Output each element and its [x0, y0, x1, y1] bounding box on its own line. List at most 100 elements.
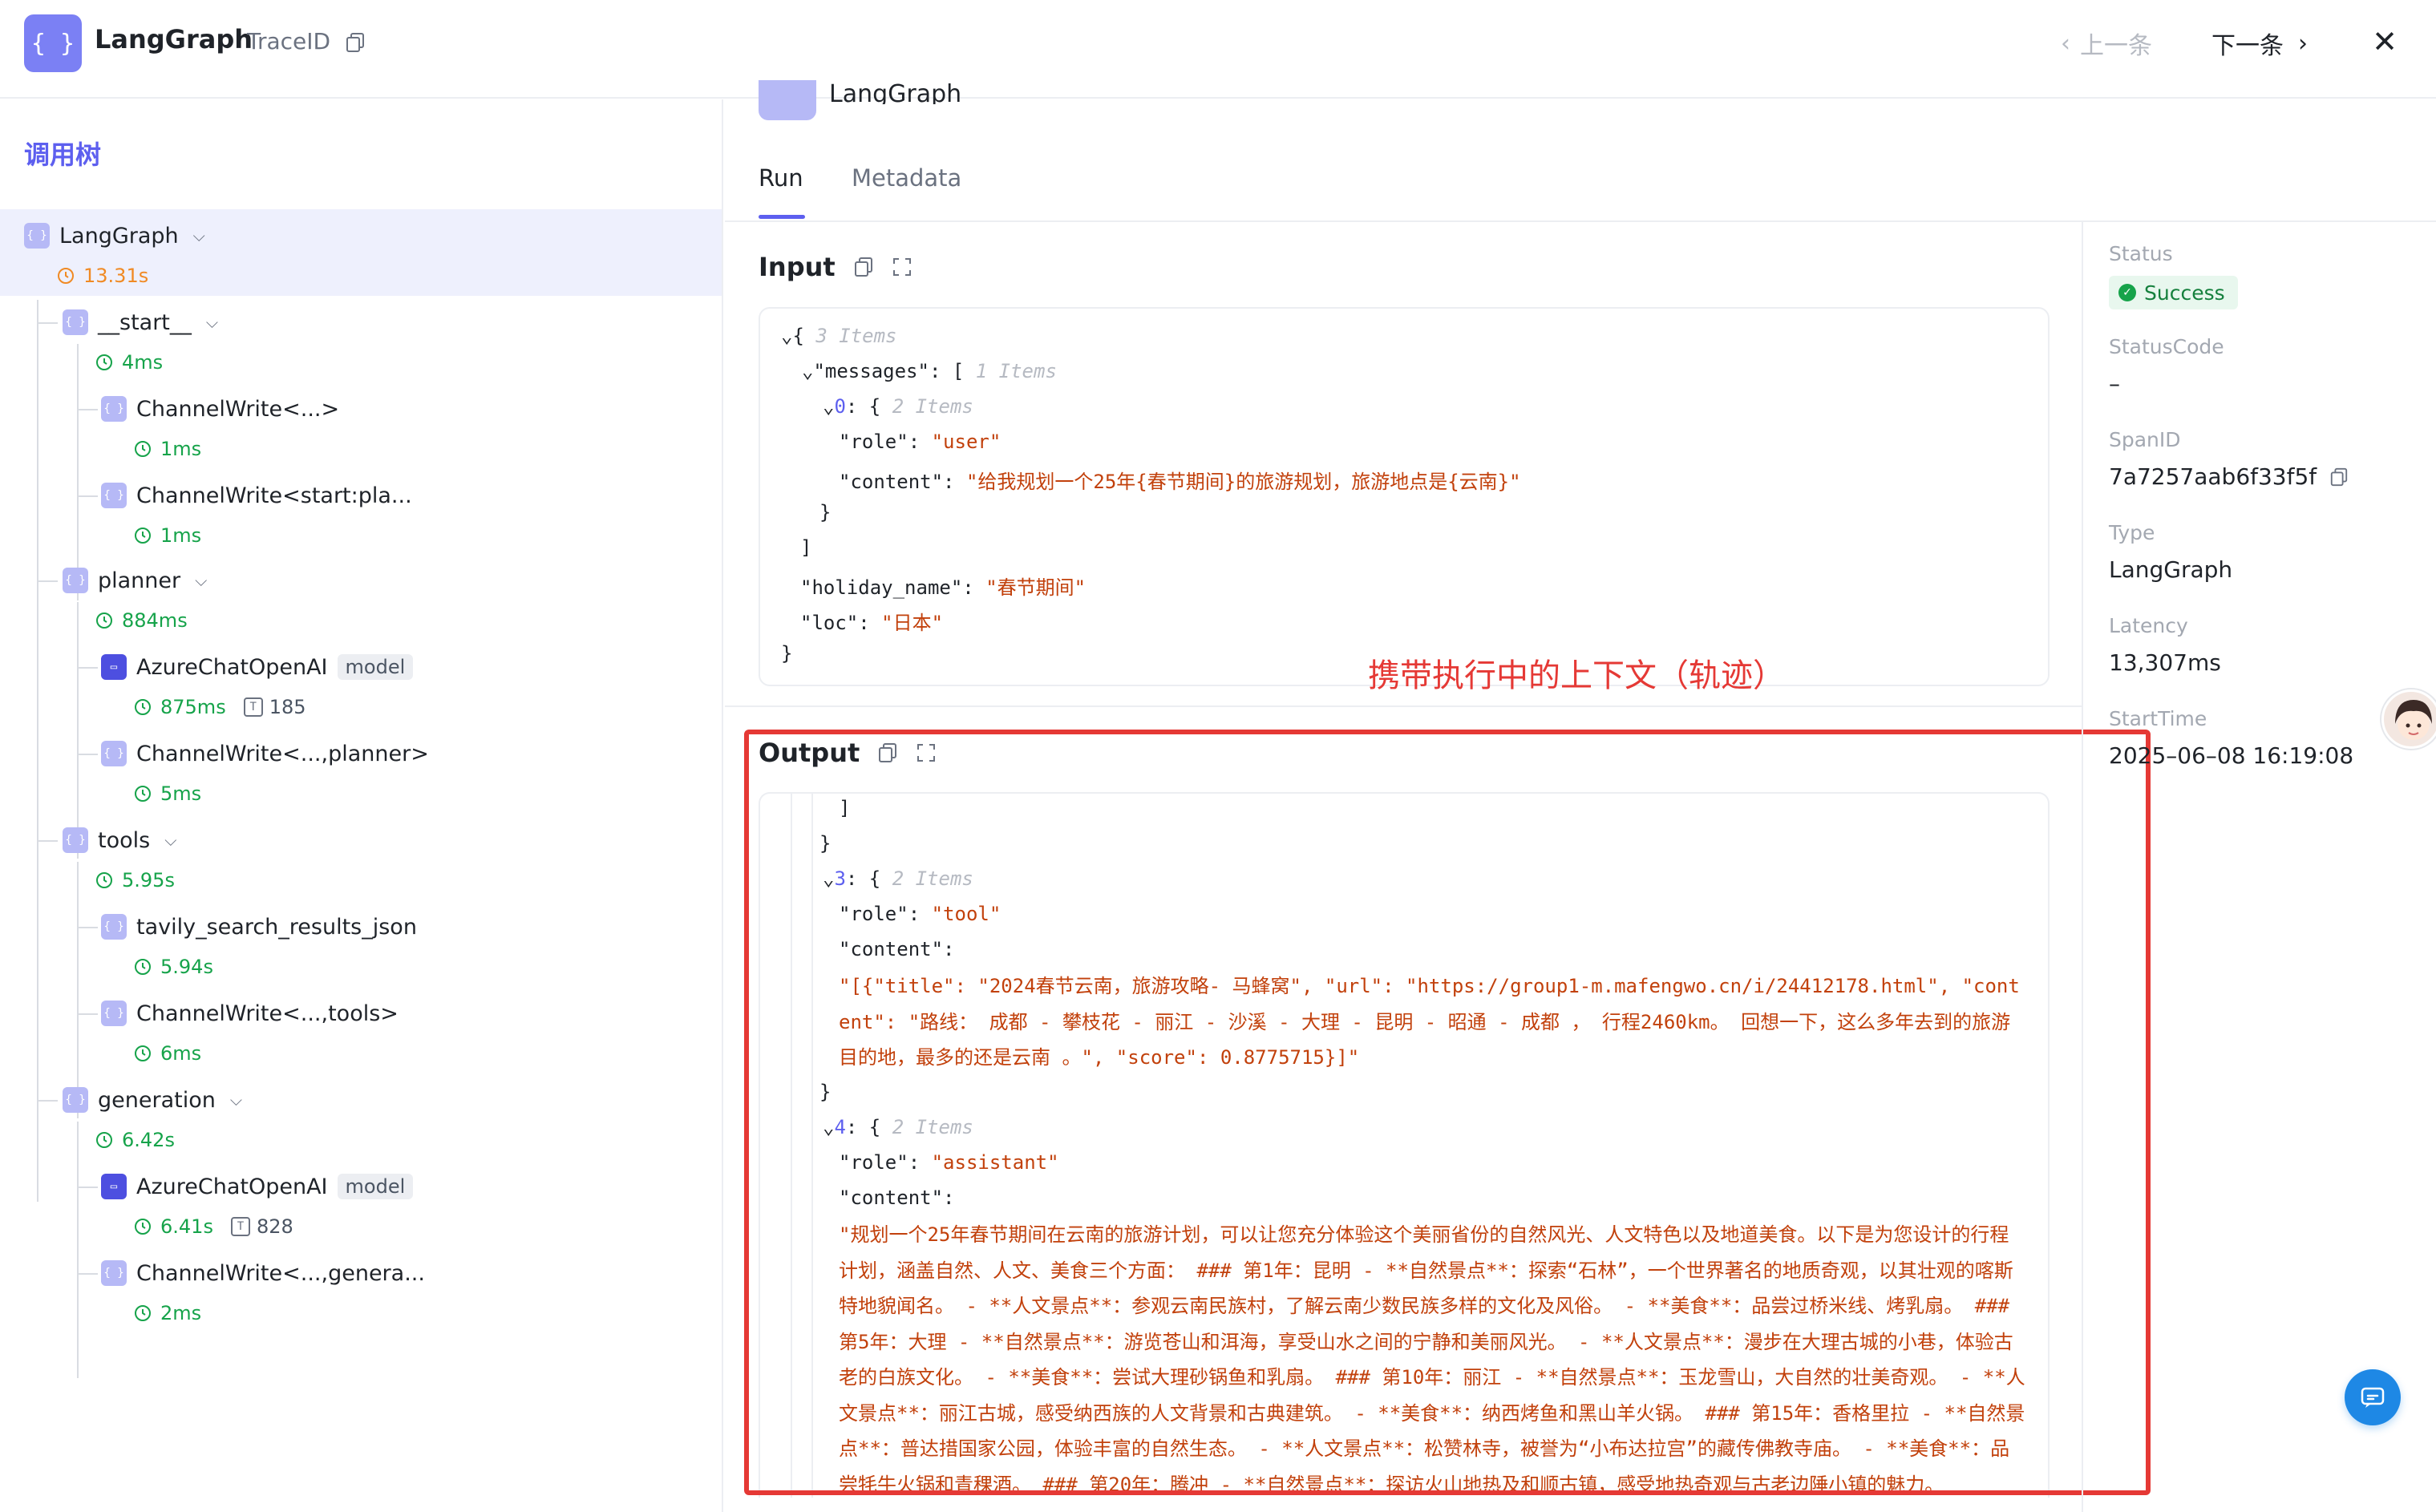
status-code-value: –: [2109, 370, 2120, 397]
input-section-header: Input: [759, 252, 912, 282]
chain-node-icon: { }: [63, 568, 88, 593]
tab-metadata[interactable]: Metadata: [852, 164, 961, 192]
collapse-toggle-icon[interactable]: ⌄: [802, 360, 813, 382]
clock-icon: [135, 1219, 151, 1235]
info-panel-divider: [2082, 222, 2083, 1512]
langgraph-icon: { }: [24, 14, 82, 72]
tree-node-channelwrite[interactable]: { } ChannelWrite<...,planner>: [101, 741, 429, 766]
model-tag: model: [337, 654, 414, 680]
clock-icon: [135, 1045, 151, 1061]
tree-node-label: AzureChatOpenAI: [136, 1174, 328, 1199]
next-label: 下一条: [2211, 32, 2284, 60]
chat-icon: [2361, 1387, 2385, 1408]
tree-node-channelwrite[interactable]: { } ChannelWrite<...>: [101, 396, 339, 422]
tree-node-label: AzureChatOpenAI: [136, 654, 328, 680]
node-duration: 2ms: [133, 1302, 201, 1324]
tab-divider: [725, 220, 2436, 222]
tree-node-label: tools: [98, 827, 151, 853]
next-button[interactable]: 下一条 ›: [2211, 26, 2308, 61]
chain-node-icon: { }: [63, 309, 88, 335]
type-label: Type: [2109, 521, 2155, 544]
tree-node-channelwrite[interactable]: { } ChannelWrite<...,tools>: [101, 1001, 399, 1026]
span-id-row: 7a7257aab6f33f5f: [2109, 463, 2349, 490]
span-id-value: 7a7257aab6f33f5f: [2109, 463, 2317, 490]
chevron-down-icon[interactable]: ⌵: [206, 313, 218, 332]
tree-node-label: LangGraph: [59, 223, 179, 249]
header: { } LangGraph TraceID ‹ 上一条 下一条 › ✕: [0, 0, 2436, 99]
clock-icon: [96, 872, 112, 888]
trace-title: LangGraph: [95, 24, 253, 55]
input-json-viewer: ⌄{ 3 Items ⌄"messages": [ 1 Items ⌄0: { …: [759, 307, 2050, 686]
node-duration: 6.42s: [95, 1129, 175, 1151]
chain-node-icon: { }: [63, 1087, 88, 1113]
tree-node-channelwrite[interactable]: { } ChannelWrite<...,genera...: [101, 1260, 425, 1286]
chevron-down-icon[interactable]: ⌵: [193, 226, 205, 245]
token-icon: T: [243, 697, 263, 717]
input-title: Input: [759, 252, 836, 282]
tree-node-label: ChannelWrite<start:pla...: [136, 483, 412, 508]
node-duration: 1ms: [133, 524, 201, 547]
node-duration: 4ms: [95, 351, 163, 374]
copy-icon[interactable]: [853, 257, 874, 277]
node-duration: 5.95s: [95, 869, 175, 891]
span-id-label: SpanID: [2109, 428, 2181, 451]
collapse-toggle-icon[interactable]: ⌄: [781, 325, 792, 347]
copy-icon[interactable]: [345, 32, 366, 53]
chain-node-icon: { }: [63, 827, 88, 853]
chat-support-button[interactable]: [2345, 1369, 2401, 1425]
clock-icon: [135, 959, 151, 975]
token-count: T 828: [230, 1215, 293, 1238]
highlight-frame: [744, 730, 2151, 1495]
node-duration: 5.94s: [133, 956, 213, 978]
chain-node-icon: { }: [101, 914, 127, 940]
chevron-right-icon: ›: [2298, 29, 2308, 58]
clock-icon: [96, 354, 112, 370]
chain-node-icon: { }: [101, 1001, 127, 1026]
tree-node-label: __start__: [98, 309, 192, 335]
node-duration: 884ms: [95, 609, 188, 632]
prev-label: 上一条: [2080, 32, 2152, 60]
node-duration: 6.41s T 828: [133, 1215, 293, 1238]
tree-node-label: ChannelWrite<...>: [136, 396, 340, 422]
tree-node-tavily[interactable]: { } tavily_search_results_json: [101, 914, 417, 940]
assistant-avatar[interactable]: [2381, 689, 2436, 749]
call-tree-title: 调用树: [24, 139, 102, 170]
tree-node-generation[interactable]: { } generation ⌵: [63, 1087, 242, 1113]
collapse-toggle-icon[interactable]: ⌄: [823, 395, 834, 418]
copy-icon[interactable]: [2329, 467, 2349, 487]
node-duration: 875ms T 185: [133, 696, 306, 718]
chain-node-icon: { }: [101, 396, 127, 422]
chevron-down-icon[interactable]: ⌵: [230, 1090, 242, 1110]
model-node-icon: ▭: [101, 1174, 127, 1199]
tree-node-tools[interactable]: { } tools ⌵: [63, 827, 176, 853]
chevron-left-icon: ‹: [2061, 29, 2070, 58]
status-badge: ✓ Success: [2109, 276, 2238, 309]
prev-button[interactable]: ‹ 上一条: [2061, 26, 2152, 61]
run-node-icon: [759, 80, 816, 120]
tree-node-label: ChannelWrite<...,planner>: [136, 741, 429, 766]
start-time-value: 2025–06–08 16:19:08: [2109, 742, 2354, 769]
type-value: LangGraph: [2109, 556, 2233, 583]
tree-node-label: planner: [98, 568, 181, 593]
tree-node-start[interactable]: { } __start__ ⌵: [63, 309, 218, 335]
chain-node-icon: { }: [101, 483, 127, 508]
model-tag: model: [337, 1174, 414, 1199]
tree-node-planner[interactable]: { } planner ⌵: [63, 568, 207, 593]
chevron-down-icon[interactable]: ⌵: [195, 571, 207, 590]
start-time-label: StartTime: [2109, 707, 2207, 730]
tree-node-azurechatopenai[interactable]: ▭ AzureChatOpenAI model: [101, 1174, 414, 1199]
tree-node-label: tavily_search_results_json: [136, 914, 417, 940]
status-code-label: StatusCode: [2109, 335, 2224, 358]
expand-icon[interactable]: [892, 257, 912, 277]
chevron-down-icon[interactable]: ⌵: [164, 831, 176, 850]
tree-node-label: generation: [98, 1087, 216, 1113]
clock-icon: [135, 441, 151, 457]
clock-icon: [135, 786, 151, 802]
close-icon[interactable]: ✕: [2367, 24, 2402, 59]
tree-node-langgraph[interactable]: { } LangGraph ⌵: [24, 223, 205, 249]
latency-label: Latency: [2109, 614, 2188, 637]
tree-node-azurechatopenai[interactable]: ▭ AzureChatOpenAI model: [101, 654, 414, 680]
tree-node-channelwrite[interactable]: { } ChannelWrite<start:pla...: [101, 483, 412, 508]
chain-node-icon: { }: [101, 741, 127, 766]
tab-run[interactable]: Run: [759, 164, 803, 192]
